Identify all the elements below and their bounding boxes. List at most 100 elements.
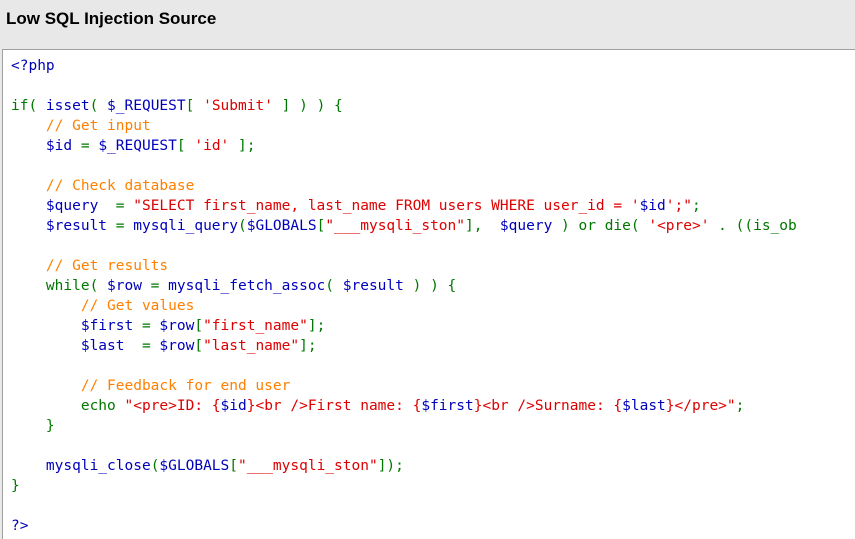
code-token-keyword: . ((is_ob: [709, 218, 797, 234]
code-token-string: "___mysqli_ston": [325, 218, 465, 234]
code-token-keyword: }: [11, 418, 55, 434]
code-token-default: $id: [11, 138, 73, 154]
code-line: }: [11, 416, 797, 436]
code-token-keyword: if(: [11, 98, 46, 114]
code-token-keyword: ;: [735, 398, 745, 414]
code-token-default: $first: [11, 318, 134, 334]
code-token-default: $first: [421, 398, 474, 414]
source-viewer-page: Low SQL Injection Source <?php if( isset(…: [0, 0, 855, 539]
code-token-keyword: ] ) ) {: [272, 98, 343, 114]
code-token-keyword: (: [238, 218, 247, 234]
code-token-default: $last: [622, 398, 666, 414]
code-token-keyword: =: [133, 318, 160, 334]
code-token-default: $last: [11, 338, 125, 354]
code-token-keyword: ];: [229, 138, 256, 154]
code-token-comment: // Feedback for end user: [11, 378, 291, 394]
code-line: if( isset( $_REQUEST[ 'Submit' ] ) ) {: [11, 96, 797, 116]
code-token-default: isset: [45, 98, 90, 114]
code-token-default: mysqli_fetch_assoc: [168, 278, 326, 294]
code-line: $query = "SELECT first_name, last_name F…: [11, 196, 797, 216]
code-token-keyword: ];: [299, 338, 317, 354]
code-token-default: $_REQUEST: [107, 98, 186, 114]
code-token-keyword: ]);: [377, 458, 404, 474]
code-token-keyword: while(: [11, 278, 108, 294]
code-line: $last = $row["last_name"];: [11, 336, 797, 356]
code-line: // Check database: [11, 176, 797, 196]
code-token-keyword: [: [229, 458, 238, 474]
code-token-default: ?>: [11, 518, 29, 534]
code-line: echo "<pre>ID: {$id}<br />First name: {$…: [11, 396, 797, 416]
php-source-code: <?php if( isset( $_REQUEST[ 'Submit' ] ) …: [11, 56, 797, 536]
code-token-string: "___mysqli_ston": [238, 458, 378, 474]
code-line: $id = $_REQUEST[ 'id' ];: [11, 136, 797, 156]
code-token-default: $id: [639, 198, 666, 214]
code-token-keyword: ;: [691, 198, 701, 214]
code-line: $result = mysqli_query($GLOBALS["___mysq…: [11, 216, 797, 236]
code-token-keyword: [: [194, 338, 204, 354]
code-token-default: $query: [11, 198, 99, 214]
code-token-keyword: (: [89, 98, 108, 114]
code-token-string: "SELECT first_name, last_name FROM users…: [133, 198, 640, 214]
code-token-comment: // Get results: [11, 258, 169, 274]
code-token-keyword: echo: [11, 398, 125, 414]
code-token-default: $row: [107, 278, 142, 294]
code-token-default: mysqli_query: [133, 218, 238, 234]
code-token-string: "last_name": [203, 338, 300, 354]
code-token-keyword: [: [316, 218, 326, 234]
code-line: <?php: [11, 56, 797, 76]
code-token-string: "first_name": [203, 318, 308, 334]
code-token-keyword: [: [176, 138, 195, 154]
code-line: $first = $row["first_name"];: [11, 316, 797, 336]
code-token-comment: // Get values: [11, 298, 195, 314]
code-line: }: [11, 476, 797, 496]
code-token-string: }<br />Surname: {: [473, 398, 623, 414]
code-token-keyword: [: [185, 98, 204, 114]
code-token-keyword: [: [194, 318, 204, 334]
code-token-default: <?php: [11, 58, 55, 74]
code-token-string: 'id': [194, 138, 230, 154]
code-line: // Get results: [11, 256, 797, 276]
source-code-panel[interactable]: <?php if( isset( $_REQUEST[ 'Submit' ] ) …: [2, 49, 855, 539]
code-token-default: $GLOBALS: [246, 218, 317, 234]
code-line: // Get input: [11, 116, 797, 136]
code-token-string: }<br />First name: {: [246, 398, 422, 414]
code-token-default: $row: [159, 338, 195, 354]
code-token-default: $row: [159, 318, 195, 334]
code-token-default: $GLOBALS: [159, 458, 230, 474]
code-token-keyword: (: [325, 278, 343, 294]
code-token-keyword: =: [107, 218, 134, 234]
code-line: while( $row = mysqli_fetch_assoc( $resul…: [11, 276, 797, 296]
code-token-keyword: ],: [465, 218, 500, 234]
code-token-keyword: =: [72, 138, 99, 154]
page-title: Low SQL Injection Source: [6, 9, 217, 28]
code-token-default: $query: [499, 218, 553, 234]
code-token-default: $_REQUEST: [98, 138, 177, 154]
code-token-string: '<pre>': [648, 218, 710, 234]
code-token-keyword: }: [11, 478, 20, 494]
code-token-string: }</pre>": [665, 398, 736, 414]
code-token-keyword: =: [124, 338, 160, 354]
code-token-keyword: ) or die(: [552, 218, 649, 234]
code-line: mysqli_close($GLOBALS["___mysqli_ston"])…: [11, 456, 797, 476]
code-token-keyword: =: [98, 198, 134, 214]
code-token-comment: // Get input: [11, 118, 151, 134]
code-token-comment: // Check database: [11, 178, 195, 194]
code-token-default: $result: [11, 218, 108, 234]
code-token-keyword: ];: [307, 318, 326, 334]
code-token-keyword: ) ) {: [403, 278, 457, 294]
code-line: ?>: [11, 516, 797, 536]
code-line: // Get values: [11, 296, 797, 316]
code-token-default: $result: [342, 278, 404, 294]
code-token-default: mysqli_close: [11, 458, 151, 474]
code-token-string: ';": [665, 198, 692, 214]
code-token-string: "<pre>ID: {: [124, 398, 221, 414]
code-line: // Feedback for end user: [11, 376, 797, 396]
code-token-keyword: =: [141, 278, 169, 294]
code-token-default: $id: [220, 398, 247, 414]
